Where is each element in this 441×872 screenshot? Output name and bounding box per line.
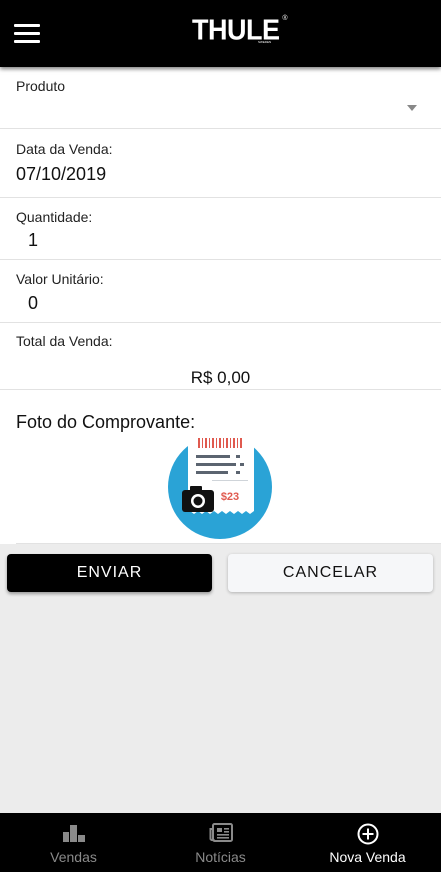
sale-form: Produto Data da Venda: 07/10/2019 Quanti… — [0, 67, 441, 544]
logo-subtext: SWEDEN — [258, 40, 272, 44]
produto-select[interactable]: Produto — [0, 67, 441, 129]
newspaper-icon — [209, 823, 233, 842]
plus-circle-icon — [357, 823, 378, 845]
data-venda-input[interactable]: 07/10/2019 — [16, 164, 106, 185]
bar-chart-icon — [62, 825, 85, 842]
foto-comprovante-label: Foto do Comprovante: — [16, 412, 196, 432]
tab-vendas[interactable]: Vendas — [0, 813, 147, 872]
produto-label: Produto — [16, 78, 66, 94]
tab-vendas-label: Vendas — [50, 849, 97, 865]
valor-unitario-label: Valor Unitário: — [16, 271, 104, 287]
quantidade-field[interactable]: Quantidade: 1 — [0, 198, 441, 260]
tab-noticias-label: Notícias — [195, 849, 246, 865]
camera-receipt-icon: $23 — [168, 435, 272, 539]
tab-noticias[interactable]: Notícias — [147, 813, 294, 872]
data-venda-field[interactable]: Data da Venda: 07/10/2019 — [0, 129, 441, 198]
data-venda-label: Data da Venda: — [16, 141, 113, 157]
hamburger-menu-icon — [14, 24, 40, 27]
tab-nova-venda-label: Nova Venda — [329, 849, 406, 865]
logo-registered-mark: ® — [282, 15, 288, 22]
cancelar-button[interactable]: CANCELAR — [228, 554, 433, 592]
divider — [16, 543, 441, 544]
menu-button[interactable] — [14, 24, 40, 44]
valor-unitario-input[interactable]: 0 — [28, 293, 38, 314]
app-header: THULE ® SWEDEN — [0, 0, 441, 67]
total-venda-field: Total da Venda: R$ 0,00 — [0, 323, 441, 390]
receipt-upload-button[interactable]: $23 — [168, 435, 272, 539]
enviar-button[interactable]: ENVIAR — [7, 554, 212, 592]
dropdown-arrow-icon[interactable] — [407, 105, 417, 111]
total-venda-value: R$ 0,00 — [190, 368, 251, 387]
tab-nova-venda[interactable]: Nova Venda — [294, 813, 441, 872]
valor-unitario-field[interactable]: Valor Unitário: 0 — [0, 260, 441, 323]
quantidade-input[interactable]: 1 — [28, 230, 38, 251]
bottom-tab-bar: Vendas Notícias Nova Venda — [0, 813, 441, 872]
receipt-amount: $23 — [221, 491, 239, 503]
quantidade-label: Quantidade: — [16, 209, 93, 225]
total-venda-label: Total da Venda: — [16, 333, 113, 349]
thule-logo: THULE ® SWEDEN — [192, 13, 288, 47]
